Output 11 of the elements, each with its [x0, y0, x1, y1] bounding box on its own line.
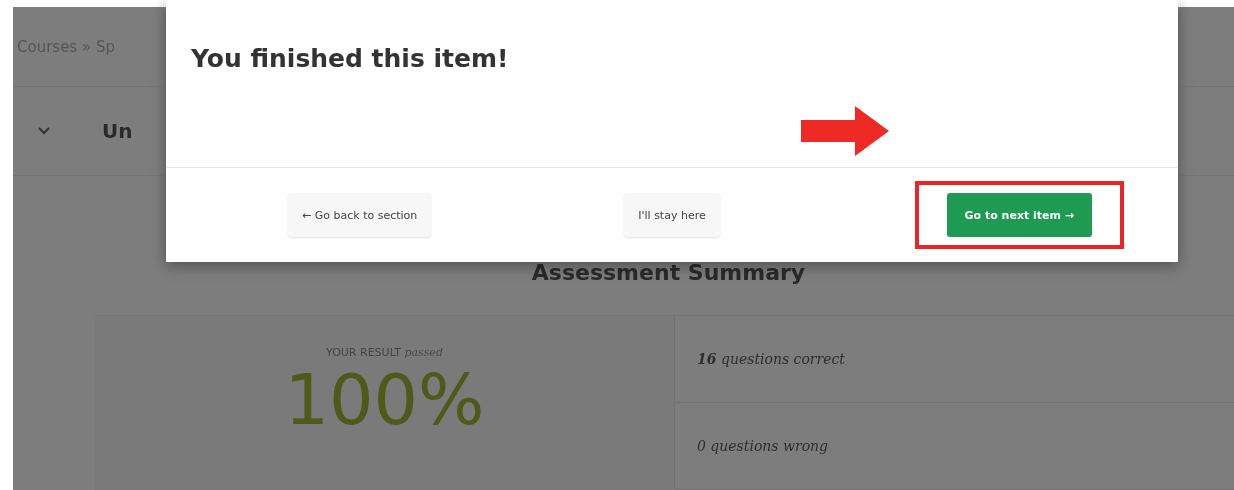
- stat-text: 16 questions correct: [697, 351, 845, 367]
- chevron-down-icon[interactable]: [38, 127, 50, 136]
- dialog-button[interactable]: I'll stay here: [624, 193, 720, 237]
- score: 100%: [284, 365, 485, 435]
- dialog-button[interactable]: ← Go back to section: [288, 193, 432, 237]
- modal-title: You finished this item!: [191, 44, 509, 73]
- arrow-annotation-icon: [800, 106, 889, 156]
- unit-title: Un: [102, 119, 133, 144]
- summary-title: Assessment Summary: [531, 260, 806, 285]
- dialog-button[interactable]: Go to next item →: [946, 193, 1093, 237]
- stat-text: 0 questions wrong: [697, 438, 829, 454]
